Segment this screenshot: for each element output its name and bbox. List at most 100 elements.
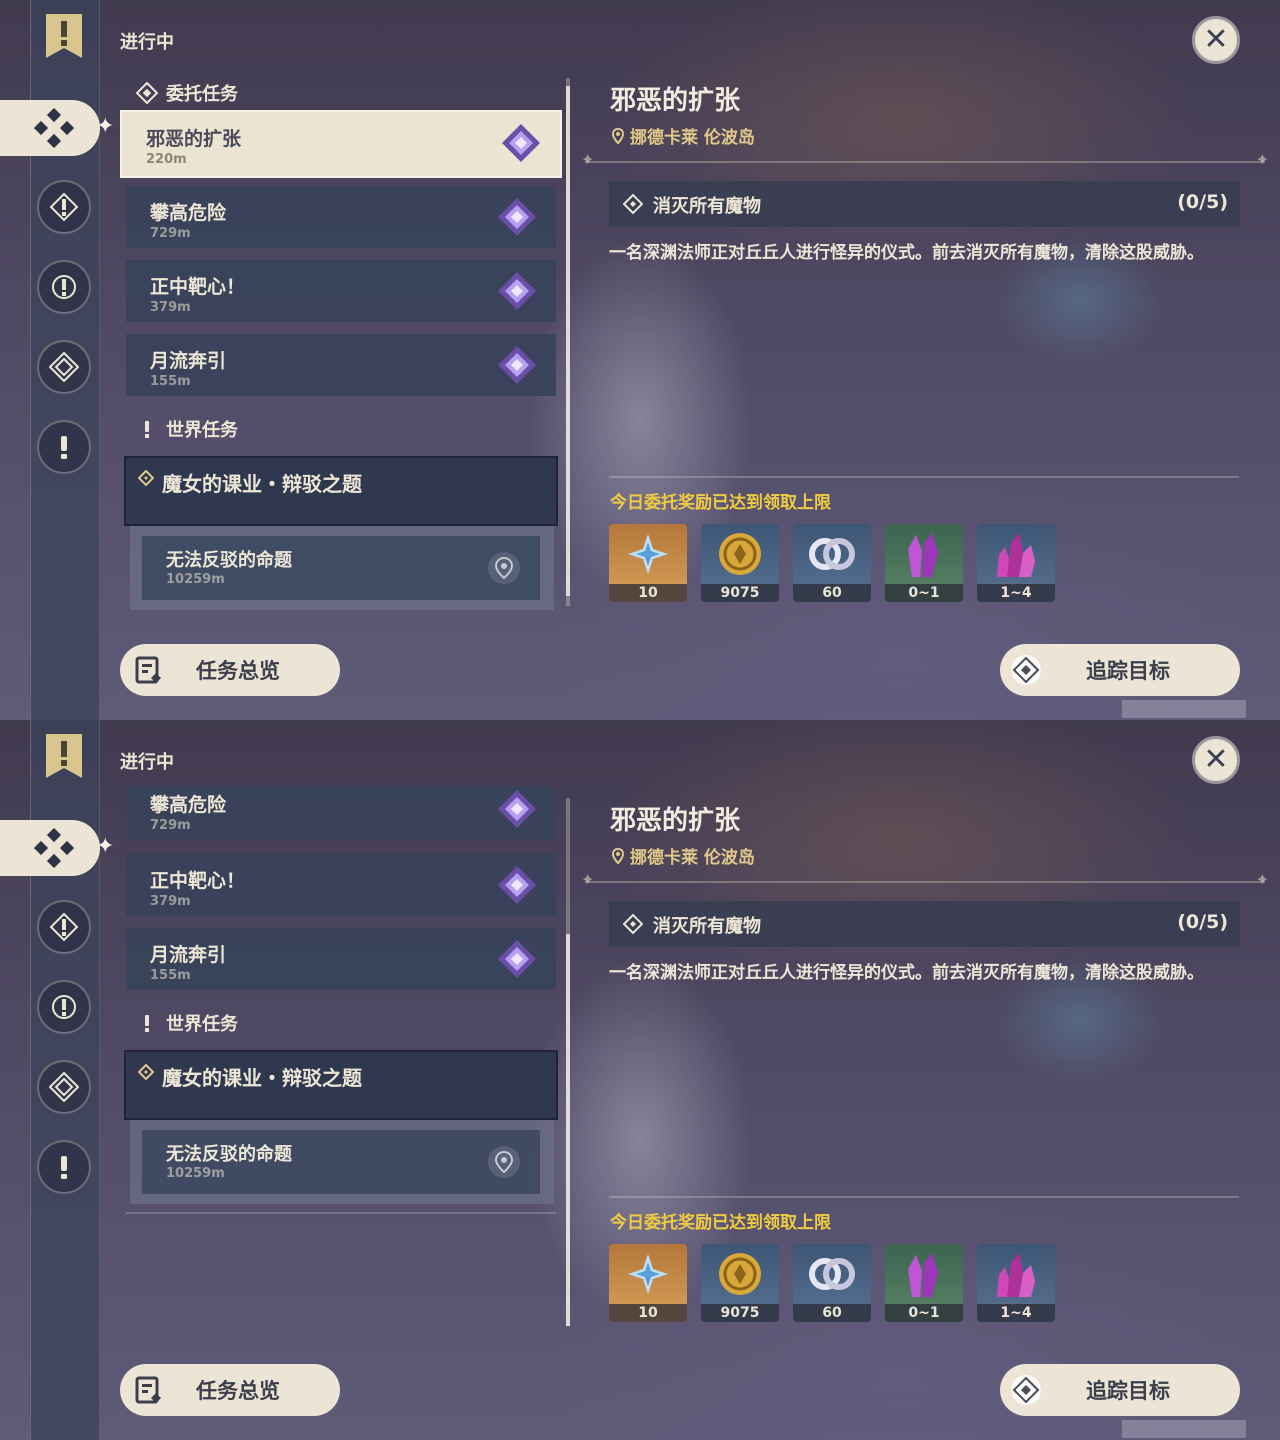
world-section-icon (145, 421, 149, 438)
reward-item[interactable]: 10 (609, 1244, 687, 1322)
status-strip (1122, 700, 1246, 718)
track-diamond-icon (1011, 655, 1041, 685)
location-marker-icon (612, 127, 624, 144)
crystal-cluster-icon (997, 1253, 1035, 1297)
commission-diamond-icon (34, 828, 74, 868)
quest-item-1[interactable]: 邪恶的扩张 220m (120, 110, 562, 178)
quest-name: 攀高危险 (150, 202, 227, 224)
commission-gem-icon (498, 940, 536, 978)
reward-limit-note: 今日委托奖励已达到领取上限 (610, 493, 831, 513)
quest-distance: 155m (150, 374, 191, 389)
rail-tab-story[interactable] (37, 260, 91, 314)
commission-gem-icon (498, 790, 536, 828)
close-button[interactable]: ✕ (1192, 736, 1240, 784)
subquest-distance: 10259m (166, 1166, 225, 1181)
list-scroll-thumb[interactable] (566, 86, 570, 596)
reward-item[interactable]: 9075 (701, 524, 779, 602)
quest-item-2[interactable]: 攀高危险 729m (126, 786, 556, 840)
reward-qty: 60 (793, 584, 871, 602)
reward-qty: 1~4 (977, 1304, 1055, 1322)
world-section-icon (145, 1015, 149, 1032)
commission-section-icon (136, 82, 158, 104)
close-icon: ✕ (1203, 22, 1229, 57)
quest-item-4[interactable]: 月流奔引 155m (126, 334, 556, 396)
commission-gem-icon (498, 346, 536, 384)
reward-item[interactable]: 1~4 (977, 524, 1055, 602)
rail-tab-legend[interactable] (37, 340, 91, 394)
world-subquest-item[interactable]: 无法反驳的命题 10259m (142, 536, 540, 600)
reward-limit-note: 今日委托奖励已达到领取上限 (610, 1213, 831, 1233)
detail-location: 挪德卡莱 伦波岛 (612, 123, 755, 148)
legend-quest-icon (49, 352, 79, 382)
section-world: 世界任务 (136, 416, 238, 442)
objective-row: 消灭所有魔物 (0/5) (609, 901, 1240, 947)
reward-item[interactable]: 0~1 (885, 524, 963, 602)
section-commissions: 委托任务 (136, 80, 238, 106)
track-objective-button[interactable]: 追踪目标 (1000, 1364, 1240, 1416)
quest-list[interactable]: 委托任务 邪恶的扩张 220m 攀高危险 729m 正中靶心！ 379m 月流奔… (118, 70, 566, 610)
quest-distance: 379m (150, 300, 191, 315)
reward-item[interactable]: 1~4 (977, 1244, 1055, 1322)
quest-list[interactable]: 攀高危险 729m 正中靶心！ 379m 月流奔引 155m 世界任务 魔女的课… (118, 786, 566, 1216)
detail-location: 挪德卡莱 伦波岛 (612, 843, 755, 868)
companionship-exp-icon (809, 1258, 855, 1290)
close-button[interactable]: ✕ (1192, 16, 1240, 64)
quest-description: 一名深渊法师正对丘丘人进行怪异的仪式。前去消灭所有魔物，清除这股威胁。 (609, 243, 1204, 263)
reward-qty: 60 (793, 1304, 871, 1322)
primogem-icon (628, 534, 668, 574)
rail-tab-legend[interactable] (37, 1060, 91, 1114)
location-pin-icon (488, 1146, 520, 1178)
list-end-divider (126, 1212, 556, 1214)
reward-list: 10 9075 60 0~1 1~4 (609, 524, 1055, 602)
crystal-chunk-icon (908, 533, 938, 577)
world-quest-item[interactable]: 魔女的课业・辩驳之题 (124, 1050, 558, 1120)
reward-item[interactable]: 10 (609, 524, 687, 602)
commission-gem-icon (498, 272, 536, 310)
quest-distance: 220m (146, 152, 187, 167)
quest-item-3[interactable]: 正中靶心！ 379m (126, 260, 556, 322)
quest-name: 月流奔引 (150, 944, 227, 966)
world-quest-name: 魔女的课业・辩驳之题 (162, 1066, 362, 1090)
mora-icon (719, 533, 761, 575)
world-subquest-item[interactable]: 无法反驳的命题 10259m (142, 1130, 540, 1194)
list-scroll-thumb[interactable] (566, 934, 570, 1326)
reward-item[interactable]: 60 (793, 524, 871, 602)
rail-tab-world[interactable] (37, 420, 91, 474)
quest-item-3[interactable]: 正中靶心！ 379m (126, 854, 556, 916)
crystal-cluster-icon (997, 533, 1035, 577)
rail-tab-story[interactable] (37, 980, 91, 1034)
rail-tab-archon[interactable] (37, 900, 91, 954)
reward-qty: 10 (609, 584, 687, 602)
quest-distance: 729m (150, 818, 191, 833)
rail-tab-commissions[interactable] (0, 100, 100, 156)
close-icon: ✕ (1203, 742, 1229, 777)
quest-overview-button[interactable]: 任务总览 (120, 1364, 340, 1416)
active-spark-icon: ✦ (96, 114, 115, 139)
page-title: 进行中 (120, 32, 174, 53)
rail-tab-world[interactable] (37, 1140, 91, 1194)
reward-item[interactable]: 0~1 (885, 1244, 963, 1322)
world-quest-item[interactable]: 魔女的课业・辩驳之题 (124, 456, 558, 526)
quest-overview-button[interactable]: 任务总览 (120, 644, 340, 696)
commission-diamond-icon (34, 108, 74, 148)
objective-text: 消灭所有魔物 (653, 196, 761, 217)
quest-item-2[interactable]: 攀高危险 729m (126, 186, 556, 248)
rail-tab-commissions[interactable] (0, 820, 100, 876)
rail-tab-archon[interactable] (37, 180, 91, 234)
quest-item-4[interactable]: 月流奔引 155m (126, 928, 556, 990)
reward-list: 10 9075 60 0~1 1~4 (609, 1244, 1055, 1322)
track-objective-button[interactable]: 追踪目标 (1000, 644, 1240, 696)
active-spark-icon: ✦ (96, 834, 115, 859)
location-pin-icon (488, 552, 520, 584)
status-strip (1122, 1420, 1246, 1438)
reward-qty: 9075 (701, 1304, 779, 1322)
detail-title: 邪恶的扩张 (610, 86, 741, 116)
world-quest-icon (61, 1156, 67, 1179)
reward-item[interactable]: 60 (793, 1244, 871, 1322)
reward-divider (609, 1196, 1239, 1198)
crystal-chunk-icon (908, 1253, 938, 1297)
quest-list-icon (135, 1376, 161, 1404)
location-marker-icon (612, 847, 624, 864)
reward-item[interactable]: 9075 (701, 1244, 779, 1322)
reward-divider (609, 476, 1239, 478)
